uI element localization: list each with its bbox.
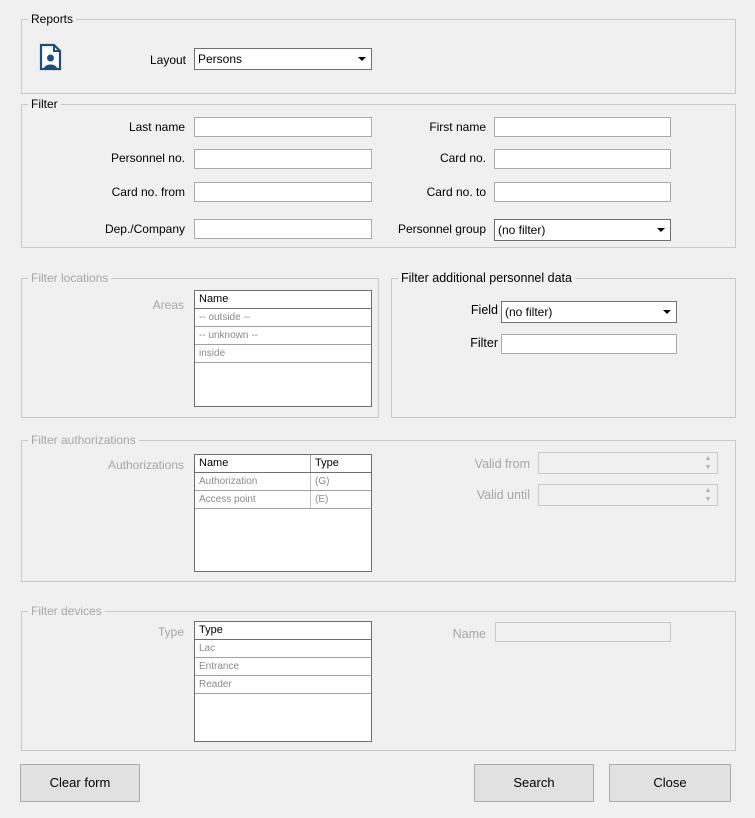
spinner-buttons[interactable]: ▲ ▼ bbox=[701, 455, 715, 471]
table-row[interactable]: Access point (E) bbox=[195, 491, 371, 509]
dep-company-label: Dep./Company bbox=[104, 222, 185, 236]
table-row[interactable]: Authorization (G) bbox=[195, 473, 371, 491]
card-no-from-label: Card no. from bbox=[111, 185, 185, 199]
type-label: Type bbox=[157, 625, 184, 639]
filter-label: Filter bbox=[470, 336, 498, 350]
column-header-name[interactable]: Name bbox=[195, 291, 371, 308]
layout-label: Layout bbox=[149, 53, 186, 67]
first-name-input[interactable] bbox=[494, 117, 671, 137]
filter-authorizations-legend: Filter authorizations bbox=[28, 433, 139, 447]
area-name-cell: -- outside -- bbox=[199, 312, 251, 323]
valid-until-label: Valid until bbox=[476, 488, 530, 502]
card-no-to-label: Card no. to bbox=[426, 185, 486, 199]
chevron-down-icon[interactable] bbox=[354, 50, 370, 68]
column-header-name[interactable]: Name bbox=[195, 455, 311, 472]
chevron-down-icon[interactable] bbox=[653, 221, 669, 239]
first-name-label: First name bbox=[429, 120, 486, 134]
table-row[interactable]: Entrance bbox=[195, 658, 371, 676]
field-value: (no filter) bbox=[505, 305, 553, 319]
areas-grid[interactable]: Name -- outside -- -- unknown -- inside bbox=[194, 290, 372, 407]
areas-label: Areas bbox=[152, 298, 184, 312]
authorization-type-cell: (G) bbox=[315, 476, 330, 487]
field-label: Field bbox=[470, 303, 498, 317]
filter-additional-group: Filter additional personnel data Field (… bbox=[391, 271, 736, 418]
device-type-cell: Entrance bbox=[199, 661, 240, 672]
personnel-group-value: (no filter) bbox=[498, 223, 546, 237]
filter-legend: Filter bbox=[28, 97, 61, 111]
name-label: Name bbox=[452, 627, 486, 641]
field-select[interactable]: (no filter) bbox=[501, 301, 677, 323]
valid-from-label: Valid from bbox=[474, 457, 530, 471]
device-type-cell: Reader bbox=[199, 679, 232, 690]
table-row[interactable]: inside bbox=[195, 345, 371, 363]
reports-group: Reports Layout Persons bbox=[21, 12, 736, 94]
filter-devices-legend: Filter devices bbox=[28, 604, 105, 618]
clear-form-button[interactable]: Clear form bbox=[20, 764, 140, 802]
authorizations-grid[interactable]: Name Type Authorization (G) Access point… bbox=[194, 454, 372, 572]
areas-grid-header: Name bbox=[195, 291, 371, 309]
layout-select[interactable]: Persons bbox=[194, 48, 372, 70]
authorization-type-cell: (E) bbox=[315, 494, 329, 505]
valid-until-datepicker[interactable]: ▲ ▼ bbox=[538, 484, 718, 506]
spinner-buttons[interactable]: ▲ ▼ bbox=[701, 487, 715, 503]
close-button[interactable]: Close bbox=[609, 764, 731, 802]
filter-devices-group: Filter devices Type Type Lac Entrance Re… bbox=[21, 604, 736, 751]
personnel-no-label: Personnel no. bbox=[110, 151, 185, 165]
table-row[interactable]: -- outside -- bbox=[195, 309, 371, 327]
valid-from-datepicker[interactable]: ▲ ▼ bbox=[538, 452, 718, 474]
filter-locations-legend: Filter locations bbox=[28, 271, 112, 285]
table-row[interactable]: -- unknown -- bbox=[195, 327, 371, 345]
card-no-label: Card no. bbox=[439, 151, 486, 165]
card-no-from-input[interactable] bbox=[194, 182, 372, 202]
dep-company-input[interactable] bbox=[194, 219, 372, 239]
device-name-input[interactable] bbox=[495, 622, 671, 642]
authorizations-grid-header: Name Type bbox=[195, 455, 371, 473]
filter-locations-group: Filter locations Areas Name -- outside -… bbox=[21, 271, 379, 418]
chevron-down-icon[interactable] bbox=[659, 303, 675, 321]
authorizations-label: Authorizations bbox=[107, 458, 184, 472]
reports-legend: Reports bbox=[28, 12, 77, 26]
filter-additional-legend: Filter additional personnel data bbox=[398, 271, 575, 285]
search-button[interactable]: Search bbox=[474, 764, 594, 802]
filter-group: Filter Last name First name Personnel no… bbox=[21, 97, 736, 248]
personnel-group-label: Personnel group bbox=[397, 222, 486, 236]
layout-value: Persons bbox=[198, 52, 243, 66]
card-no-to-input[interactable] bbox=[494, 182, 671, 202]
personnel-group-select[interactable]: (no filter) bbox=[494, 219, 671, 241]
table-row[interactable]: Lac bbox=[195, 640, 371, 658]
person-report-icon bbox=[39, 43, 63, 71]
table-row[interactable]: Reader bbox=[195, 676, 371, 694]
last-name-label: Last name bbox=[128, 120, 185, 134]
card-no-input[interactable] bbox=[494, 149, 671, 169]
personnel-no-input[interactable] bbox=[194, 149, 372, 169]
authorization-name-cell: Access point bbox=[195, 491, 311, 508]
filter-authorizations-group: Filter authorizations Authorizations Nam… bbox=[21, 433, 736, 582]
device-types-grid[interactable]: Type Lac Entrance Reader bbox=[194, 621, 372, 742]
last-name-input[interactable] bbox=[194, 117, 372, 137]
area-name-cell: -- unknown -- bbox=[199, 330, 258, 341]
area-name-cell: inside bbox=[199, 348, 226, 359]
authorization-name-cell: Authorization bbox=[195, 473, 311, 490]
column-header-type[interactable]: Type bbox=[195, 622, 371, 639]
column-header-type[interactable]: Type bbox=[311, 455, 371, 472]
additional-filter-input[interactable] bbox=[501, 334, 677, 354]
device-type-cell: Lac bbox=[199, 643, 216, 654]
device-types-grid-header: Type bbox=[195, 622, 371, 640]
